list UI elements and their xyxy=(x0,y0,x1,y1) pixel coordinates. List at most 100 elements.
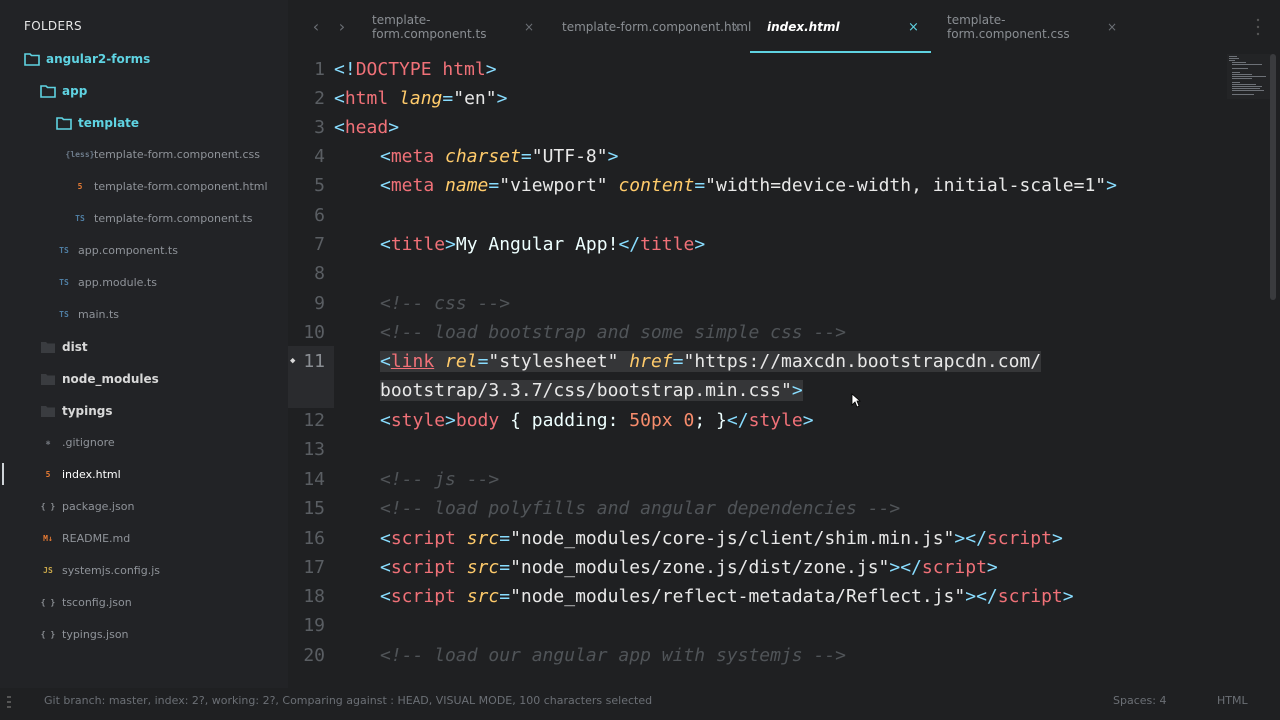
line-number: 1 xyxy=(314,59,325,80)
tab-close-icon[interactable]: × xyxy=(732,20,742,34)
tree-item-label: index.html xyxy=(62,467,121,481)
tree-item-label: systemjs.config.js xyxy=(62,563,160,577)
line-number: 6 xyxy=(314,205,325,226)
code-line-2: <html lang="en"> xyxy=(334,88,508,109)
tree-item-template-form-component-ts[interactable]: TS template-form.component.ts xyxy=(72,207,253,229)
tree-item-main-ts[interactable]: TS main.ts xyxy=(56,303,119,325)
code-line-18: <script src="node_modules/reflect-metada… xyxy=(380,586,1074,607)
tree-item-typings[interactable]: typings xyxy=(40,400,113,422)
syntax-selector[interactable]: HTML xyxy=(1217,694,1248,707)
tree-item-dist[interactable]: dist xyxy=(40,336,88,358)
tab-label: index.html xyxy=(767,20,840,34)
code-line-11: <link rel="stylesheet" href="https://max… xyxy=(380,351,1042,372)
tab-label: template-form.component.html xyxy=(562,20,752,34)
indentation-setting[interactable]: Spaces: 4 xyxy=(1113,694,1166,707)
tree-item-label: template xyxy=(78,116,140,130)
tree-item-label: app.module.ts xyxy=(78,275,157,289)
tab-template-form-css[interactable]: template-form.component.css × xyxy=(947,0,1127,54)
code-line-17: <script src="node_modules/zone.js/dist/z… xyxy=(380,557,998,578)
tree-item-systemjs-config-js[interactable]: JS systemjs.config.js xyxy=(40,559,160,581)
json-file-icon: { } xyxy=(40,629,56,639)
tree-item-label: app.component.ts xyxy=(78,243,178,257)
line-number: 12 xyxy=(303,410,325,431)
tab-bar: ‹ › template-form.component.ts × templat… xyxy=(288,0,1280,54)
nav-back-button[interactable]: ‹ xyxy=(306,16,326,36)
code-line-3: <head> xyxy=(334,117,400,138)
code-line-11-wrap: bootstrap/3.3.7/css/bootstrap.min.css"> xyxy=(380,380,803,401)
typescript-file-icon: TS xyxy=(59,277,69,287)
line-number: 20 xyxy=(303,645,325,666)
tree-item-label: main.ts xyxy=(78,307,120,321)
tree-item-label: template-form.component.ts xyxy=(94,211,253,225)
tree-item-label: tsconfig.json xyxy=(62,595,132,609)
sidebar-header: FOLDERS xyxy=(24,19,82,33)
asterisk-file-icon: ✱ xyxy=(45,437,51,447)
tab-close-icon[interactable]: × xyxy=(524,20,534,34)
line-number: 11 xyxy=(303,351,325,372)
sidebar: FOLDERS angular2-forms app template {less} t… xyxy=(0,0,288,688)
tree-item-label: README.md xyxy=(62,531,131,545)
line-number: 2 xyxy=(314,88,325,109)
tree-item-label: app xyxy=(62,84,88,98)
code-line-14: <!-- js --> xyxy=(380,469,500,490)
tree-item-label: node_modules xyxy=(62,372,159,386)
tree-item-app[interactable]: app xyxy=(40,80,87,102)
less-file-icon: {less} xyxy=(65,149,95,159)
line-number: 10 xyxy=(303,322,325,343)
tree-item-label: template-form.component.css xyxy=(94,147,261,161)
line-number: 7 xyxy=(314,234,325,255)
code-line-16: <script src="node_modules/core-js/client… xyxy=(380,528,1063,549)
tree-item-typings-json[interactable]: { } typings.json xyxy=(40,623,129,645)
tree-item-node-modules[interactable]: node_modules xyxy=(40,368,159,390)
tree-item-label: .gitignore xyxy=(62,435,115,449)
folder-open-icon xyxy=(40,83,56,99)
tab-index-html[interactable]: index.html × xyxy=(767,0,927,54)
status-menu-icon[interactable] xyxy=(7,695,11,709)
tab-template-form-html[interactable]: template-form.component.html × xyxy=(562,0,752,54)
html5-file-icon: 5 xyxy=(45,469,51,479)
tree-item-app-module-ts[interactable]: TS app.module.ts xyxy=(56,271,157,293)
tree-item-index-html[interactable]: 5 index.html xyxy=(40,463,121,485)
tree-item-template-form-component-html[interactable]: 5 template-form.component.html xyxy=(72,175,268,197)
tree-item-app-component-ts[interactable]: TS app.component.ts xyxy=(56,239,178,261)
html5-file-icon: 5 xyxy=(77,181,83,191)
tree-item-label: angular2-forms xyxy=(46,52,151,66)
line-number: 18 xyxy=(303,586,325,607)
status-bar: Git branch: master, index: 2?, working: … xyxy=(0,688,1280,720)
line-number: 14 xyxy=(303,469,325,490)
line-number: 17 xyxy=(303,557,325,578)
code-line-5: <meta name="viewport" content="width=dev… xyxy=(380,175,1117,196)
vertical-scrollbar[interactable] xyxy=(1270,54,1276,300)
folder-closed-icon xyxy=(40,371,56,387)
line-number: 8 xyxy=(314,263,325,284)
typescript-file-icon: TS xyxy=(75,213,85,223)
code-line-20: <!-- load our angular app with systemjs … xyxy=(380,645,846,666)
tree-item-template-form-component-css[interactable]: {less} template-form.component.css xyxy=(65,143,261,165)
markdown-file-icon: M↓ xyxy=(43,533,53,543)
folder-open-icon xyxy=(24,51,40,67)
tree-item-template[interactable]: template xyxy=(56,112,139,134)
tab-template-form-ts[interactable]: template-form.component.ts × xyxy=(372,0,542,54)
line-number: 15 xyxy=(303,498,325,519)
tree-item-gitignore[interactable]: ✱ .gitignore xyxy=(40,431,115,453)
folder-closed-icon xyxy=(40,403,56,419)
line-number: 19 xyxy=(303,615,325,636)
tab-close-icon[interactable]: × xyxy=(1107,20,1117,34)
minimap[interactable] xyxy=(1227,54,1271,99)
nav-forward-button[interactable]: › xyxy=(332,16,352,36)
tree-item-angular2-forms[interactable]: angular2-forms xyxy=(24,48,150,70)
tree-item-package-json[interactable]: { } package.json xyxy=(40,495,135,517)
mouse-pointer-icon xyxy=(851,393,861,408)
tab-close-icon[interactable]: × xyxy=(908,20,919,35)
line-number: 4 xyxy=(314,146,325,167)
tree-item-tsconfig-json[interactable]: { } tsconfig.json xyxy=(40,591,132,613)
tab-label: template-form.component.ts xyxy=(372,13,487,41)
tree-item-readme-md[interactable]: M↓ README.md xyxy=(40,527,130,549)
folder-closed-icon xyxy=(40,339,56,355)
code-line-4: <meta charset="UTF-8"> xyxy=(380,146,619,167)
tree-item-label: package.json xyxy=(62,499,135,513)
line-number: 13 xyxy=(303,439,325,460)
code-editor[interactable]: ◆ 1 2 3 4 5 6 7 8 9 10 11 12 13 14 15 16 17 18 19 20 <!DOCT… xyxy=(288,54,1280,688)
more-vertical-icon[interactable] xyxy=(1256,17,1260,37)
tree-item-label: template-form.component.html xyxy=(94,179,268,193)
